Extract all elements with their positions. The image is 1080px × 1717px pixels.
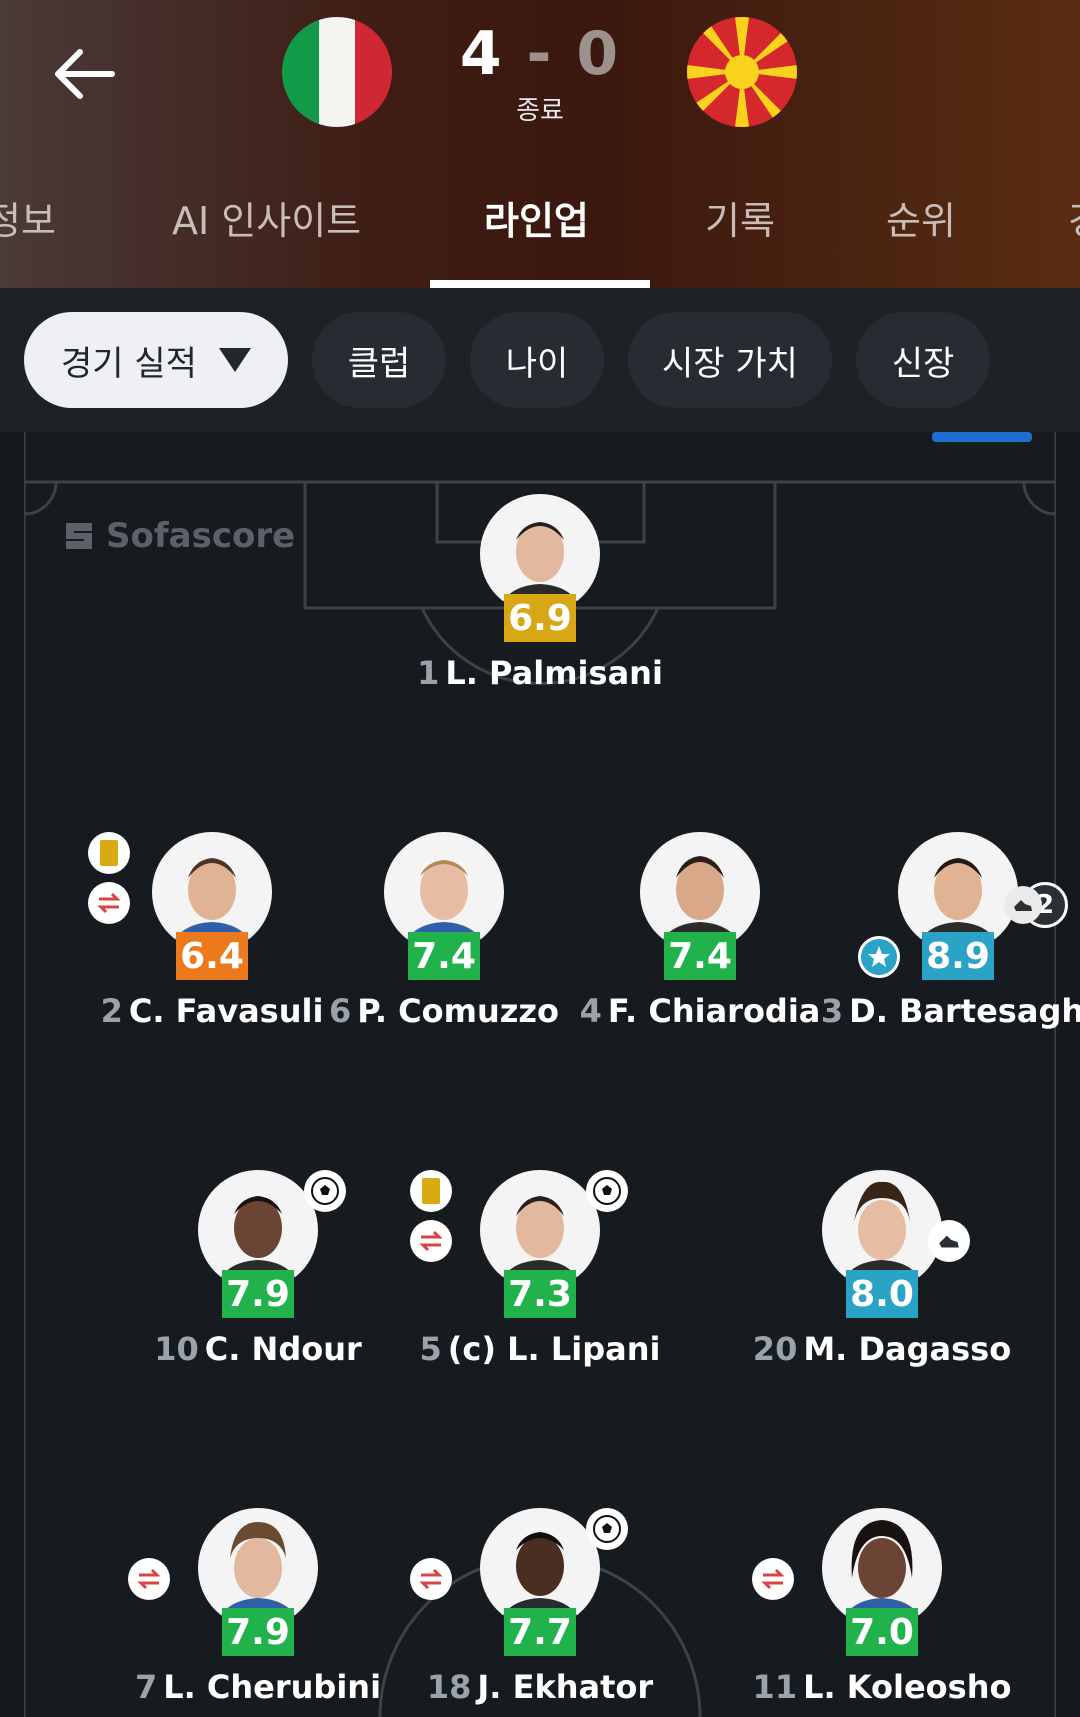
player-card[interactable]: 8.0 20 M. Dagasso [752, 1170, 1012, 1390]
goal-icon [586, 1170, 628, 1212]
player-card[interactable]: 7.4 6 P. Comuzzo [314, 832, 574, 1052]
player-card[interactable]: 7.4 4 F. Chiarodia [570, 832, 830, 1052]
player-rating: 6.4 [176, 932, 248, 980]
home-team-flag[interactable] [282, 17, 392, 127]
active-tab-indicator [430, 280, 650, 288]
caret-down-icon [218, 348, 251, 372]
player-card[interactable]: 7.9 10 C. Ndour [128, 1170, 388, 1390]
player-name-text: J. Ekhator [477, 1668, 654, 1706]
player-name-text: P. Comuzzo [357, 992, 559, 1030]
home-score: 4 [459, 19, 504, 89]
boot-icon [1004, 886, 1042, 924]
yellow-card-icon [88, 832, 130, 874]
filter-bar: 경기 실적 클럽 나이 시장 가치 신장 [0, 288, 1080, 432]
player-number: 6 [329, 992, 352, 1030]
player-name: 11 L. Koleosho [732, 1668, 1032, 1706]
player-name-text: M. Dagasso [803, 1330, 1012, 1368]
player-name: 6 P. Comuzzo [294, 992, 594, 1030]
player-rating: 7.9 [222, 1270, 294, 1318]
match-header: 4 - 0 종료 정보 AI 인사이트 라인업 기록 순위 경 [0, 0, 1080, 288]
lineup-pitch: Sofascore 6.9 1 L. Palmisani 6.4 2 C. Fava… [24, 432, 1080, 1717]
player-name: 20 M. Dagasso [732, 1330, 1032, 1368]
tab-more[interactable]: 경 [1068, 190, 1080, 245]
arrow-left-icon [55, 49, 115, 99]
player-card[interactable]: 7.7 18 J. Ekhator [410, 1508, 670, 1717]
player-number: 11 [752, 1668, 798, 1706]
match-score: 4 - 0 [440, 18, 640, 90]
sofascore-logo-icon [66, 523, 92, 549]
player-name-text: D. Bartesaghi [849, 992, 1080, 1030]
filter-chip-height[interactable]: 신장 [856, 312, 990, 408]
substitution-icon [410, 1558, 452, 1600]
player-name: 4 F. Chiarodia [550, 992, 850, 1030]
player-name: 10 C. Ndour [108, 1330, 408, 1368]
player-name-text: C. Ndour [204, 1330, 362, 1368]
watermark-text: Sofascore [106, 516, 296, 556]
player-rating: 6.9 [504, 594, 576, 642]
player-card[interactable]: 7.0 11 L. Koleosho [752, 1508, 1012, 1717]
player-of-match-star-icon [858, 936, 900, 978]
player-name: 7 L. Cherubini [108, 1668, 408, 1706]
player-rating: 7.3 [504, 1270, 576, 1318]
tab-standings[interactable]: 순위 [886, 190, 956, 245]
player-number: 2 [100, 992, 123, 1030]
goal-icon [586, 1508, 628, 1550]
player-name-text: L. Palmisani [445, 654, 663, 692]
player-name-text: L. Koleosho [803, 1668, 1012, 1706]
tab-ai-insight[interactable]: AI 인사이트 [172, 190, 361, 245]
tab-statistics[interactable]: 기록 [705, 190, 775, 245]
player-number: 4 [579, 992, 602, 1030]
filter-chip-club[interactable]: 클럽 [312, 312, 446, 408]
filter-dropdown-performance[interactable]: 경기 실적 [24, 312, 288, 408]
boot-icon [928, 1220, 970, 1262]
substitution-icon [88, 882, 130, 924]
match-status: 종료 [516, 96, 564, 126]
yellow-card-icon [410, 1170, 452, 1212]
goal-icon [304, 1170, 346, 1212]
tab-info[interactable]: 정보 [0, 190, 56, 245]
player-rating: 7.4 [408, 932, 480, 980]
player-card[interactable]: 7.9 7 L. Cherubini [128, 1508, 388, 1717]
player-rating: 7.9 [222, 1608, 294, 1656]
player-name: 1 L. Palmisani [390, 654, 690, 692]
player-number: 3 [820, 992, 844, 1030]
substitution-icon [128, 1558, 170, 1600]
filter-dropdown-label: 경기 실적 [61, 343, 197, 384]
player-name-text: (c) L. Lipani [447, 1330, 661, 1368]
substitution-icon [752, 1558, 794, 1600]
back-button[interactable] [44, 34, 124, 114]
player-number: 20 [752, 1330, 798, 1368]
player-number: 5 [419, 1330, 442, 1368]
tab-bar: 정보 AI 인사이트 라인업 기록 순위 경 [0, 180, 1080, 288]
player-rating: 7.4 [664, 932, 736, 980]
player-number: 10 [154, 1330, 199, 1368]
tab-lineups[interactable]: 라인업 [484, 190, 589, 245]
player-number: 18 [426, 1668, 472, 1706]
player-rating: 8.0 [846, 1270, 918, 1318]
player-name-text: L. Cherubini [163, 1668, 382, 1706]
player-name: 18 J. Ekhator [390, 1668, 690, 1706]
player-name: 5 (c) L. Lipani [390, 1330, 690, 1368]
substitution-icon [410, 1220, 452, 1262]
player-card[interactable]: 6.9 1 L. Palmisani [410, 494, 670, 714]
player-number: 1 [417, 654, 440, 692]
player-rating: 7.0 [846, 1608, 918, 1656]
away-score: 0 [576, 19, 621, 89]
filter-chip-market-value[interactable]: 시장 가치 [628, 312, 832, 408]
player-rating: 8.9 [922, 932, 994, 980]
player-card[interactable]: 7.3 5 (c) L. Lipani [410, 1170, 670, 1390]
player-card[interactable]: 2 8.9 3 D. Bartesaghi [821, 832, 1080, 1052]
player-number: 7 [134, 1668, 158, 1706]
away-team-flag[interactable] [687, 17, 797, 127]
sofascore-watermark: Sofascore [62, 516, 295, 556]
score-separator: - [526, 19, 554, 89]
filter-chip-age[interactable]: 나이 [470, 312, 604, 408]
player-name: 3 D. Bartesaghi [808, 992, 1080, 1030]
player-rating: 7.7 [504, 1608, 576, 1656]
player-name-text: F. Chiarodia [607, 992, 821, 1030]
